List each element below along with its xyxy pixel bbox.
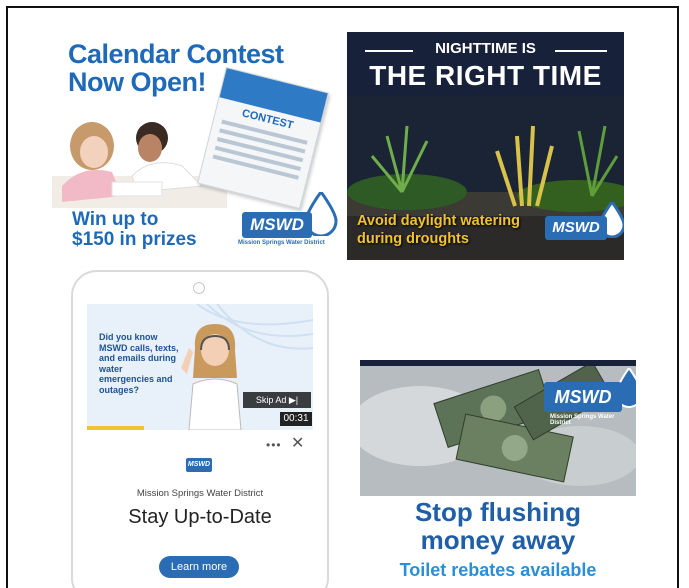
video-time: 00:31	[280, 412, 312, 426]
video-question-text: Did you know MSWD calls, texts, and emai…	[99, 332, 179, 395]
video-progress-bar[interactable]	[87, 426, 144, 430]
rebate-subline: Toilet rebates available	[399, 560, 597, 580]
kids-coloring-image	[52, 122, 227, 208]
prize-text: Win up to $150 in prizes	[72, 210, 197, 250]
mswd-logo: MSWD	[544, 382, 622, 412]
caption-line2: during droughts	[357, 231, 469, 247]
skip-next-icon: ▶|	[288, 395, 299, 405]
flush-headline-line1: Stop flushing	[414, 497, 582, 527]
nighttime-line2: THE RIGHT TIME	[369, 60, 602, 91]
more-options-icon[interactable]: •••	[266, 438, 282, 452]
nighttime-caption: Avoid daylight watering during droughts	[357, 212, 520, 248]
learn-more-button[interactable]: Learn more	[159, 556, 239, 578]
mswd-logo-subtitle: Mission Springs Water District	[238, 240, 325, 246]
skip-ad-label: Skip Ad	[255, 395, 287, 405]
skip-ad-button[interactable]: Skip Ad ▶|	[243, 392, 311, 408]
mswd-logo: MSWD	[545, 216, 607, 240]
mswd-logo: MSWD	[242, 212, 312, 238]
caption-line1: Avoid daylight watering	[357, 213, 521, 229]
ad-gallery: Calendar Contest Now Open! CONTEST Win u…	[6, 6, 679, 588]
video-headline: Stay Up-to-Date	[128, 506, 272, 528]
flush-headline: Stop flushing money away	[360, 498, 636, 554]
nighttime-watering-ad[interactable]: NIGHTTIME IS THE RIGHT TIME Avoid daylig…	[347, 32, 624, 260]
mswd-logo-subtitle: Mission Springs Water District	[550, 414, 615, 426]
organization-name: Mission Springs Water District	[136, 488, 264, 499]
prize-line2: $150 in prizes	[72, 229, 197, 250]
nighttime-line1: NIGHTTIME IS	[435, 40, 536, 57]
toilet-rebate-ad[interactable]: MSWD Mission Springs Water District Stop…	[360, 360, 636, 588]
phone-camera-icon	[193, 282, 205, 294]
flush-headline-line2: money away	[420, 525, 576, 555]
video-player[interactable]: Did you know MSWD calls, texts, and emai…	[87, 304, 313, 430]
contest-title-line1: Calendar Contest	[68, 39, 284, 69]
calendar-contest-ad[interactable]: Calendar Contest Now Open! CONTEST Win u…	[52, 34, 342, 258]
mswd-mini-logo: MSWD	[186, 458, 212, 472]
prize-line1: Win up to	[72, 209, 159, 230]
phone-video-ad: Did you know MSWD calls, texts, and emai…	[71, 270, 329, 588]
close-icon[interactable]: ✕	[291, 433, 304, 453]
operator-illustration	[181, 324, 242, 430]
